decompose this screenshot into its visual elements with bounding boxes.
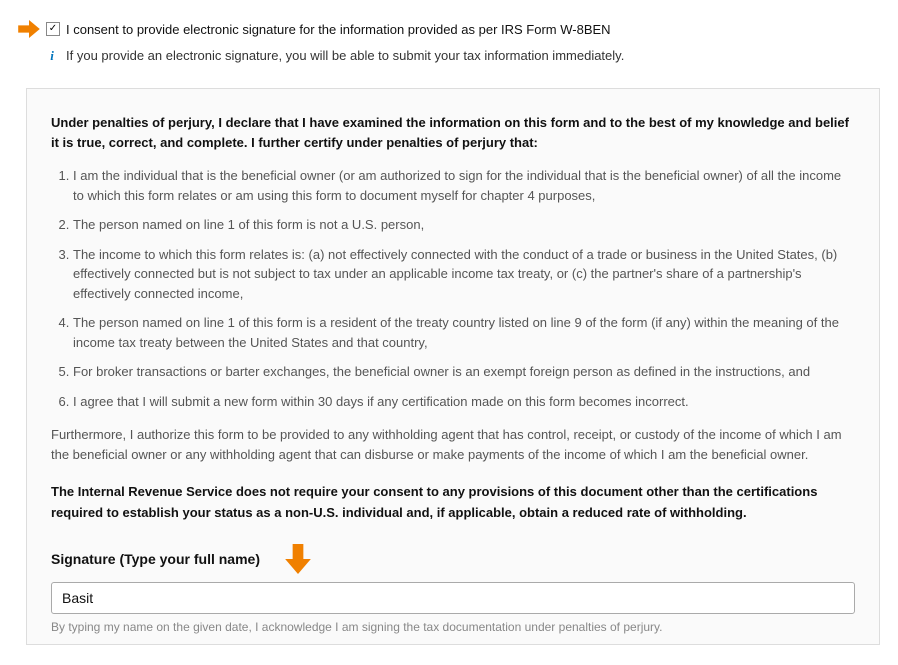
list-item: I am the individual that is the benefici…: [73, 166, 855, 205]
signature-label: Signature (Type your full name): [51, 551, 260, 567]
consent-row: ✓ I consent to provide electronic signat…: [18, 20, 880, 38]
irs-note: The Internal Revenue Service does not re…: [51, 482, 855, 524]
signature-input[interactable]: [51, 582, 855, 614]
signature-acknowledgement: By typing my name on the given date, I a…: [51, 620, 855, 634]
info-text: If you provide an electronic signature, …: [66, 48, 624, 63]
list-item: The income to which this form relates is…: [73, 245, 855, 304]
certification-panel: Under penalties of perjury, I declare th…: [26, 88, 880, 645]
pointer-arrow-icon: [18, 20, 40, 38]
list-item: I agree that I will submit a new form wi…: [73, 392, 855, 412]
furthermore-text: Furthermore, I authorize this form to be…: [51, 425, 855, 464]
certification-list: I am the individual that is the benefici…: [51, 166, 855, 411]
signature-label-row: Signature (Type your full name): [51, 544, 855, 574]
list-item: The person named on line 1 of this form …: [73, 313, 855, 352]
info-icon: i: [46, 48, 58, 64]
perjury-intro: Under penalties of perjury, I declare th…: [51, 113, 855, 152]
pointer-arrow-down-icon: [284, 544, 312, 574]
list-item: The person named on line 1 of this form …: [73, 215, 855, 235]
list-item: For broker transactions or barter exchan…: [73, 362, 855, 382]
consent-label: I consent to provide electronic signatur…: [66, 22, 611, 37]
consent-checkbox[interactable]: ✓: [46, 22, 60, 36]
info-row: i If you provide an electronic signature…: [46, 48, 880, 64]
